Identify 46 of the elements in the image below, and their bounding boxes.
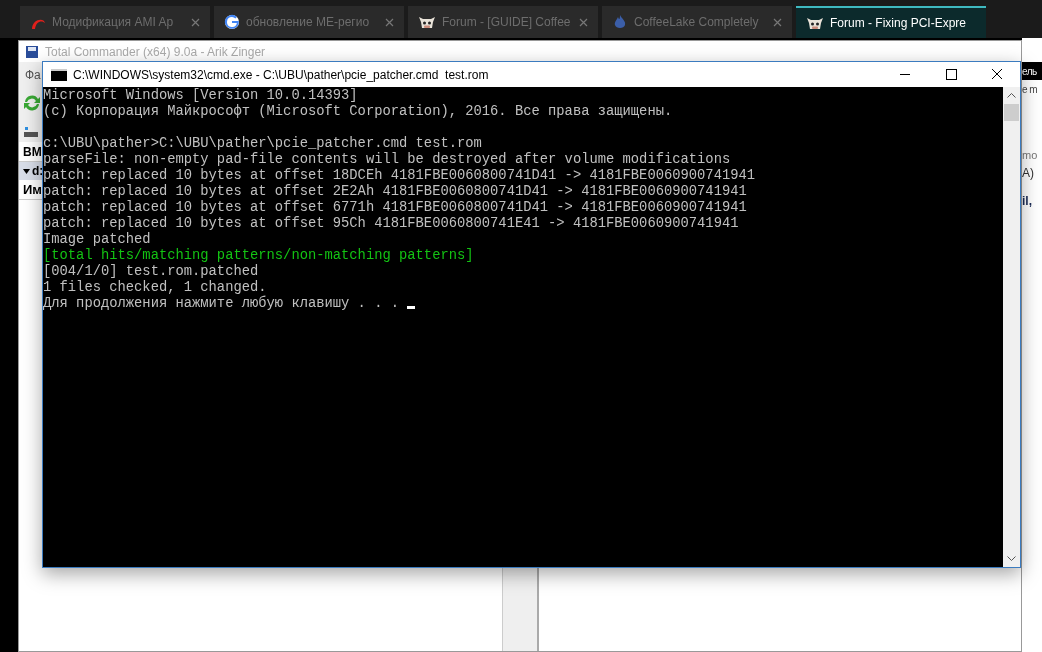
console-line: patch: replaced 10 bytes at offset 6771h 4181FBE0060800741D41 -> 4181FBE0060900741941: [43, 200, 747, 215]
floppy-icon: [25, 44, 39, 59]
scroll-thumb[interactable]: [1004, 104, 1019, 121]
column-header[interactable]: Им: [23, 179, 42, 200]
tab-title: Forum - Fixing PCI-Expre: [830, 15, 968, 32]
tab-title: Forum - [GUIDE] Coffee: [442, 14, 572, 31]
scroll-up-icon[interactable]: [1007, 93, 1016, 98]
drive-icon[interactable]: [23, 125, 39, 139]
page-text: ель: [1022, 64, 1037, 79]
tab-title: обновление ME-регио: [246, 14, 371, 31]
console-line: (c) Корпорация Майкрософт (Microsoft Corporation), 2016. Все права защищены.: [43, 104, 673, 119]
console-line: Microsoft Windows [Version 10.0.14393]: [43, 88, 358, 103]
google-icon: [224, 14, 240, 30]
close-icon[interactable]: [385, 17, 394, 27]
window-title: C:\WINDOWS\system32\cmd.exe - C:\UBU\pather\pcie_patcher.cmd test.rom: [73, 66, 490, 84]
caret-icon: [23, 168, 30, 174]
page-text: е m: [1022, 84, 1038, 95]
tab-title: CoffeeLake Completely: [634, 14, 760, 31]
console-line: [total hits/matching patterns/non-matching patterns]: [43, 248, 474, 263]
path-text: d:: [32, 163, 44, 180]
console-line: Для продолжения нажмите любую клавишу . . .: [43, 296, 400, 312]
scrollbar[interactable]: [1003, 87, 1020, 567]
console-line: patch: replaced 10 bytes at offset 95Ch 4181FBE0060800741E41 -> 4181FBE0060900741941: [43, 216, 739, 231]
menu-item[interactable]: Фа: [25, 66, 41, 84]
panel-splitter[interactable]: [503, 568, 539, 651]
drive-button[interactable]: ВМ: [23, 142, 42, 161]
console-line: [004/1/0] test.rom.patched: [43, 264, 259, 279]
console-line: patch: replaced 10 bytes at offset 2E2Ah 4181FBE0060800741D41 -> 4181FBE0060900741941: [43, 184, 747, 199]
page-text: mo: [1022, 149, 1038, 161]
cursor: [407, 306, 416, 309]
close-icon[interactable]: [191, 17, 200, 27]
console-line: patch: replaced 10 bytes at offset 18DCEh 4181FBE0060800741D41 -> 4181FBE0060900741941: [43, 168, 756, 183]
close-icon[interactable]: [579, 17, 588, 27]
browser-tab[interactable]: Forum - Fixing PCI-Expre: [796, 6, 986, 38]
tab-title: Модификация AMI Ap: [52, 14, 175, 31]
window-title: Total Commander (x64) 9.0a - Arik Zinger: [45, 43, 266, 61]
console-icon: [51, 68, 67, 81]
scroll-down-icon[interactable]: [1007, 556, 1016, 561]
page-text: A): [1022, 165, 1034, 180]
flame-icon: [612, 14, 628, 30]
console-line: Image patched: [43, 232, 151, 247]
page-text: il,: [1022, 193, 1032, 208]
close-icon[interactable]: [773, 17, 782, 27]
console-line: 1 files checked, 1 changed.: [43, 280, 267, 295]
console-line: c:\UBU\pather>C:\UBU\pather\pcie_patcher.cmd test.rom: [43, 136, 482, 151]
console-line: parseFile: non-empty pad-file contents will be destroyed after volume modifications: [43, 152, 731, 167]
